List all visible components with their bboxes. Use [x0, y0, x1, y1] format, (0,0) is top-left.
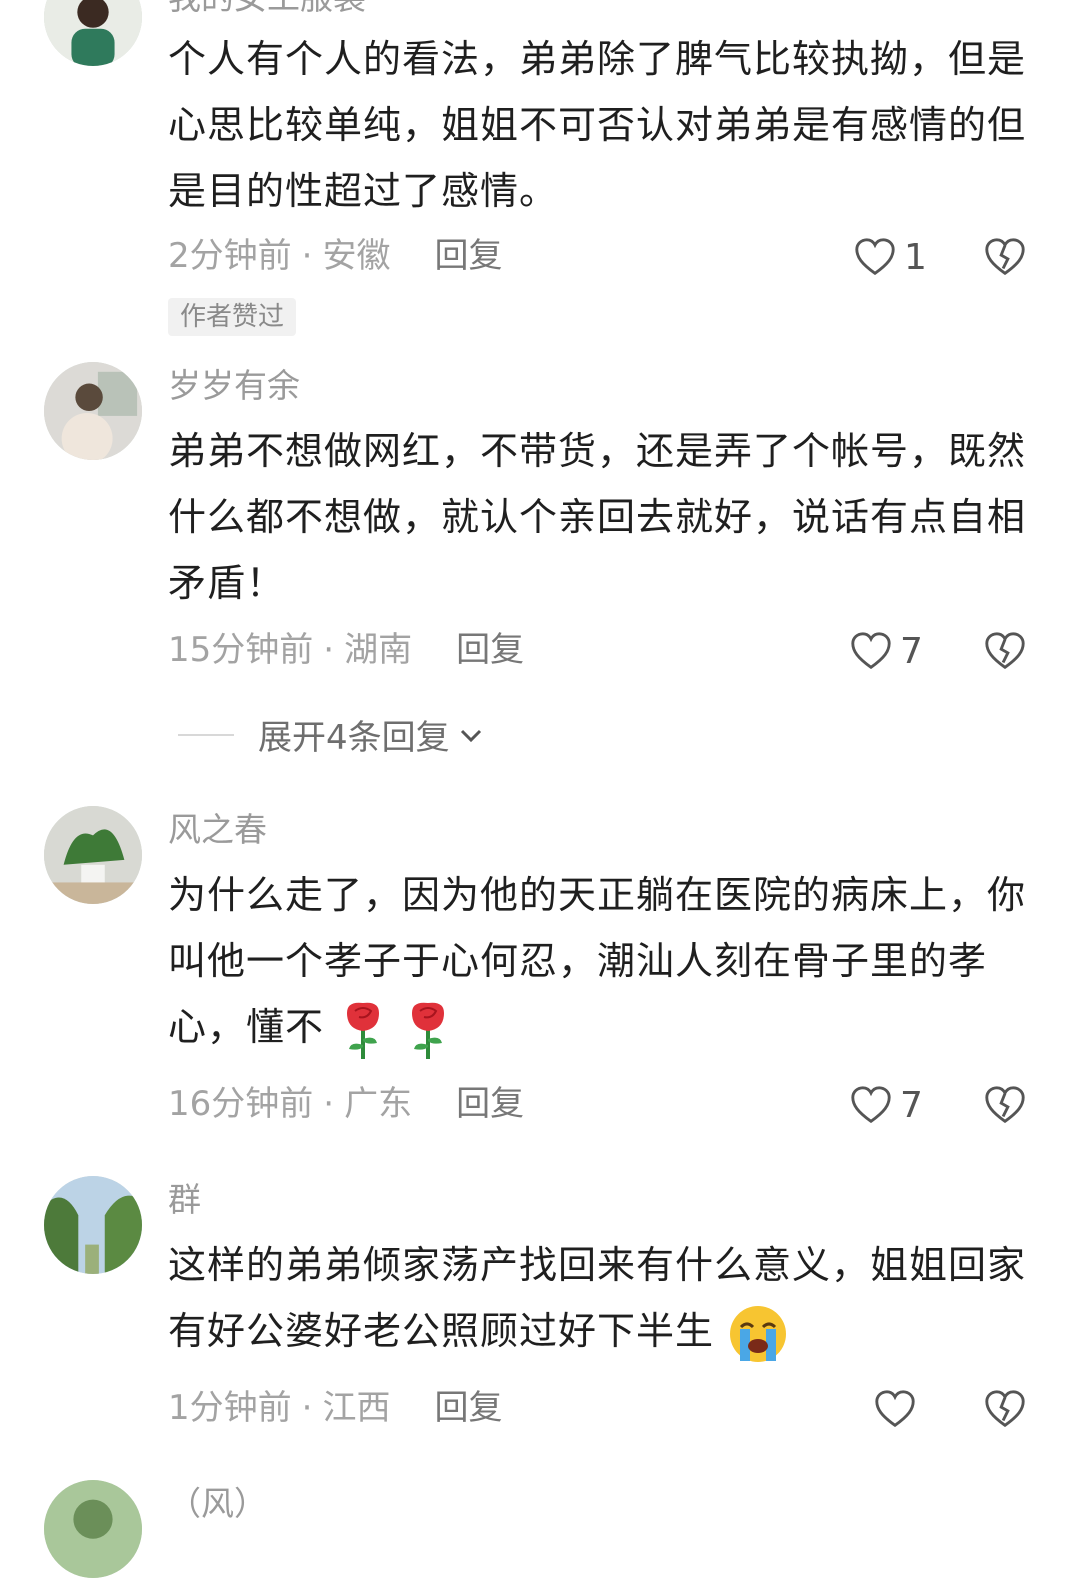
comment-username[interactable]: （风）	[168, 1484, 267, 1524]
comment-username[interactable]: 群	[168, 1180, 201, 1220]
broken-heart-icon[interactable]	[982, 234, 1028, 280]
comment-username[interactable]: 岁岁有余	[168, 366, 300, 406]
heart-outline-icon	[851, 632, 891, 670]
comment-time: 15分钟前	[168, 630, 314, 670]
reply-button[interactable]: 回复	[434, 236, 502, 276]
comment-time: 16分钟前	[168, 1084, 314, 1124]
author-liked-badge: 作者赞过	[168, 298, 297, 336]
rose-emoji	[412, 1002, 445, 1059]
expand-replies-label: 展开4条回复	[258, 718, 450, 758]
like-count: 7	[900, 630, 923, 672]
avatar[interactable]	[44, 1176, 142, 1274]
chevron-down-icon	[460, 729, 481, 742]
reply-button[interactable]: 回复	[456, 1084, 524, 1124]
reply-button[interactable]: 回复	[456, 630, 524, 670]
broken-heart-icon[interactable]	[982, 628, 1028, 674]
reply-button[interactable]: 回复	[434, 1388, 502, 1428]
expand-replies-button[interactable]: 展开4条回复	[178, 710, 486, 759]
comment-time: 1分钟前	[168, 1388, 292, 1428]
avatar[interactable]	[44, 806, 142, 904]
heart-outline-icon	[875, 1390, 915, 1428]
like-button[interactable]: 7	[848, 626, 923, 676]
avatar[interactable]	[44, 1480, 142, 1578]
comment-meta: 15分钟前 · 湖南 回复	[168, 630, 525, 670]
comment-location: 湖南	[344, 630, 413, 670]
comment-location: 安徽	[322, 236, 391, 276]
rose-emoji	[347, 1002, 380, 1059]
comment-text: 个人有个人的看法，弟弟除了脾气比较执拗，但是心思比较单纯，姐姐不可否认对弟弟是有…	[168, 37, 1027, 213]
comment-username[interactable]: 风之春	[168, 810, 267, 850]
broken-heart-icon[interactable]	[982, 1386, 1028, 1432]
like-button[interactable]: 1	[852, 232, 927, 282]
loudly-crying-face-emoji	[730, 1305, 787, 1362]
comment-location: 广东	[344, 1084, 413, 1124]
like-button[interactable]: 7	[848, 1080, 923, 1130]
comment-time: 2分钟前	[168, 236, 292, 276]
comment-text: 这样的弟弟倾家荡产找回来有什么意义，姐姐回家有好公婆好老公照顾过好下半生	[168, 1232, 1036, 1365]
like-count: 1	[904, 236, 927, 278]
comment-meta: 16分钟前 · 广东 回复	[168, 1084, 525, 1124]
comment-text: 为什么走了，因为他的天正躺在医院的病床上，你叫他一个孝子于心何忍，潮汕人刻在骨子…	[168, 862, 1036, 1061]
avatar[interactable]	[44, 0, 142, 66]
comment-location: 江西	[322, 1388, 391, 1428]
avatar[interactable]	[44, 362, 142, 460]
broken-heart-icon[interactable]	[982, 1082, 1028, 1128]
divider	[178, 733, 234, 736]
heart-outline-icon	[855, 238, 895, 276]
comment-meta: 1分钟前 · 江西 回复	[168, 1388, 503, 1428]
comment-text: 弟弟不想做网红，不带货，还是弄了个帐号，既然什么都不想做，就认个亲回去就好，说话…	[168, 429, 1027, 605]
comment-username[interactable]: 我的女工服装	[168, 0, 366, 18]
comment-meta: 2分钟前 · 安徽 回复	[168, 236, 503, 276]
like-button[interactable]	[872, 1384, 924, 1434]
heart-outline-icon	[851, 1086, 891, 1124]
like-count: 7	[900, 1084, 923, 1126]
comment-text-body: 为什么走了，因为他的天正躺在医院的病床上，你叫他一个孝子于心何忍，潮汕人刻在骨子…	[168, 873, 1027, 1049]
comment-text-body: 这样的弟弟倾家荡产找回来有什么意义，姐姐回家有好公婆好老公照顾过好下半生	[168, 1243, 1027, 1353]
